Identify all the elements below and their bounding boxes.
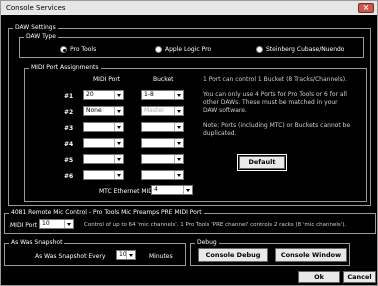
chevron-down-icon [174, 139, 183, 147]
snapshot-legend: As Was Snapshot [9, 239, 65, 246]
chevron-down-icon [114, 91, 123, 99]
title-bar: Console Services × [1, 1, 377, 15]
console-services-window: Console Services × DAW Settings DAW Type… [0, 0, 378, 286]
console-debug-button[interactable]: Console Debug [198, 248, 268, 262]
radio-pro-tools[interactable] [60, 46, 67, 53]
daw-type-legend: DAW Type [24, 33, 58, 40]
daw-type-group: DAW Type Pro Tools Apple Logic Pro Stein… [19, 33, 364, 58]
debug-legend: Debug [195, 239, 219, 246]
row-label: #4 [64, 141, 74, 148]
bucket-select-2[interactable]: Master [141, 106, 184, 116]
radio-apple-logic-label: Apple Logic Pro [165, 46, 212, 53]
mtc-ethernet-midi-label: MTC Ethernet MIDI [99, 188, 155, 195]
snapshot-interval-select[interactable]: 10 [116, 250, 136, 260]
chevron-down-icon [114, 171, 123, 179]
chevron-down-icon [114, 107, 123, 115]
radio-pro-tools-label: Pro Tools [70, 46, 97, 53]
chevron-down-icon [114, 155, 123, 163]
col-midi-port-header: MIDI Port [93, 76, 121, 83]
close-icon: × [362, 3, 370, 12]
remote-mic-port-value: 10 [42, 220, 50, 227]
chevron-down-icon [183, 186, 192, 194]
snapshot-every-label: As Was Snapshot Every [35, 253, 106, 260]
info-port-limit-line3: DAW software. [203, 107, 247, 114]
chevron-down-icon [114, 123, 123, 131]
chevron-down-icon [174, 107, 183, 115]
midi-port-assignments-group: MIDI Port Assignments MIDI Port Bucket #… [24, 64, 367, 202]
default-button[interactable]: Default [237, 154, 287, 171]
bucket-select-6[interactable] [141, 170, 184, 180]
midi-port-select-4[interactable] [83, 138, 124, 148]
radio-steinberg[interactable] [256, 46, 263, 53]
console-window-button[interactable]: Console Window [275, 248, 347, 262]
midi-port-value-2: None [86, 107, 102, 114]
bucket-select-4[interactable] [141, 138, 184, 148]
bucket-value-2: Master [144, 107, 165, 114]
midi-port-value-1: 20 [86, 91, 94, 98]
bucket-select-5[interactable] [141, 154, 184, 164]
bucket-select-3[interactable] [141, 122, 184, 132]
debug-group: Debug Console Debug Console Window [190, 239, 350, 266]
midi-port-select-3[interactable] [83, 122, 124, 132]
chevron-down-icon [174, 91, 183, 99]
midi-port-select-1[interactable]: 20 [83, 90, 124, 100]
remote-mic-port-select[interactable]: 10 [39, 219, 74, 229]
row-label: #6 [64, 173, 74, 180]
snapshot-group: As Was Snapshot As Was Snapshot Every 10… [4, 239, 186, 266]
info-port-limit-line1: You can only use 4 Ports for Pro Tools o… [203, 91, 347, 98]
note-duplicates-line1: Note: Ports (including MTC) or Buckets c… [203, 122, 351, 129]
info-ports-buckets: 1 Port can control 1 Bucket (8 Tracks/Ch… [203, 76, 347, 83]
cancel-button[interactable]: Cancel [343, 271, 376, 283]
window-title: Console Services [6, 4, 66, 12]
row-label: #3 [64, 125, 74, 132]
row-label: #2 [64, 109, 74, 116]
close-button[interactable]: × [358, 3, 374, 13]
bucket-select-1[interactable]: 1-8 [141, 90, 184, 100]
chevron-down-icon [174, 171, 183, 179]
mtc-ethernet-midi-select[interactable]: 4 [151, 185, 193, 195]
chevron-down-icon [126, 251, 135, 259]
chevron-down-icon [114, 139, 123, 147]
note-duplicates-line2: duplicated. [203, 130, 237, 137]
info-port-limit-line2: other DAWs. These must be matched in you… [203, 99, 338, 106]
daw-settings-group: DAW Settings DAW Type Pro Tools Apple Lo… [8, 24, 371, 206]
midi-port-select-2[interactable]: None [83, 106, 124, 116]
bucket-value-1: 1-8 [144, 91, 154, 98]
col-bucket-header: Bucket [153, 76, 174, 83]
remote-mic-group: 4081 Remote Mic Control - Pro Tools Mic … [4, 209, 376, 234]
radio-steinberg-label: Steinberg Cubase/Nuendo [266, 46, 345, 53]
radio-apple-logic[interactable] [155, 46, 162, 53]
midi-port-select-5[interactable] [83, 154, 124, 164]
remote-mic-legend: 4081 Remote Mic Control - Pro Tools Mic … [9, 209, 204, 216]
chevron-down-icon [174, 123, 183, 131]
snapshot-minutes-label: Minutes [149, 253, 173, 260]
remote-mic-description: Control of up to 64 'mic channels'. 1 Pr… [84, 222, 347, 228]
chevron-down-icon [64, 220, 73, 228]
midi-port-assignments-legend: MIDI Port Assignments [29, 64, 101, 71]
ok-button[interactable]: Ok [298, 271, 340, 283]
midi-port-select-6[interactable] [83, 170, 124, 180]
remote-mic-port-label: MIDI Port [10, 222, 38, 229]
daw-settings-legend: DAW Settings [13, 24, 58, 31]
chevron-down-icon [174, 155, 183, 163]
row-label: #5 [64, 157, 74, 164]
row-label: #1 [64, 93, 74, 100]
mtc-value: 4 [154, 186, 158, 193]
